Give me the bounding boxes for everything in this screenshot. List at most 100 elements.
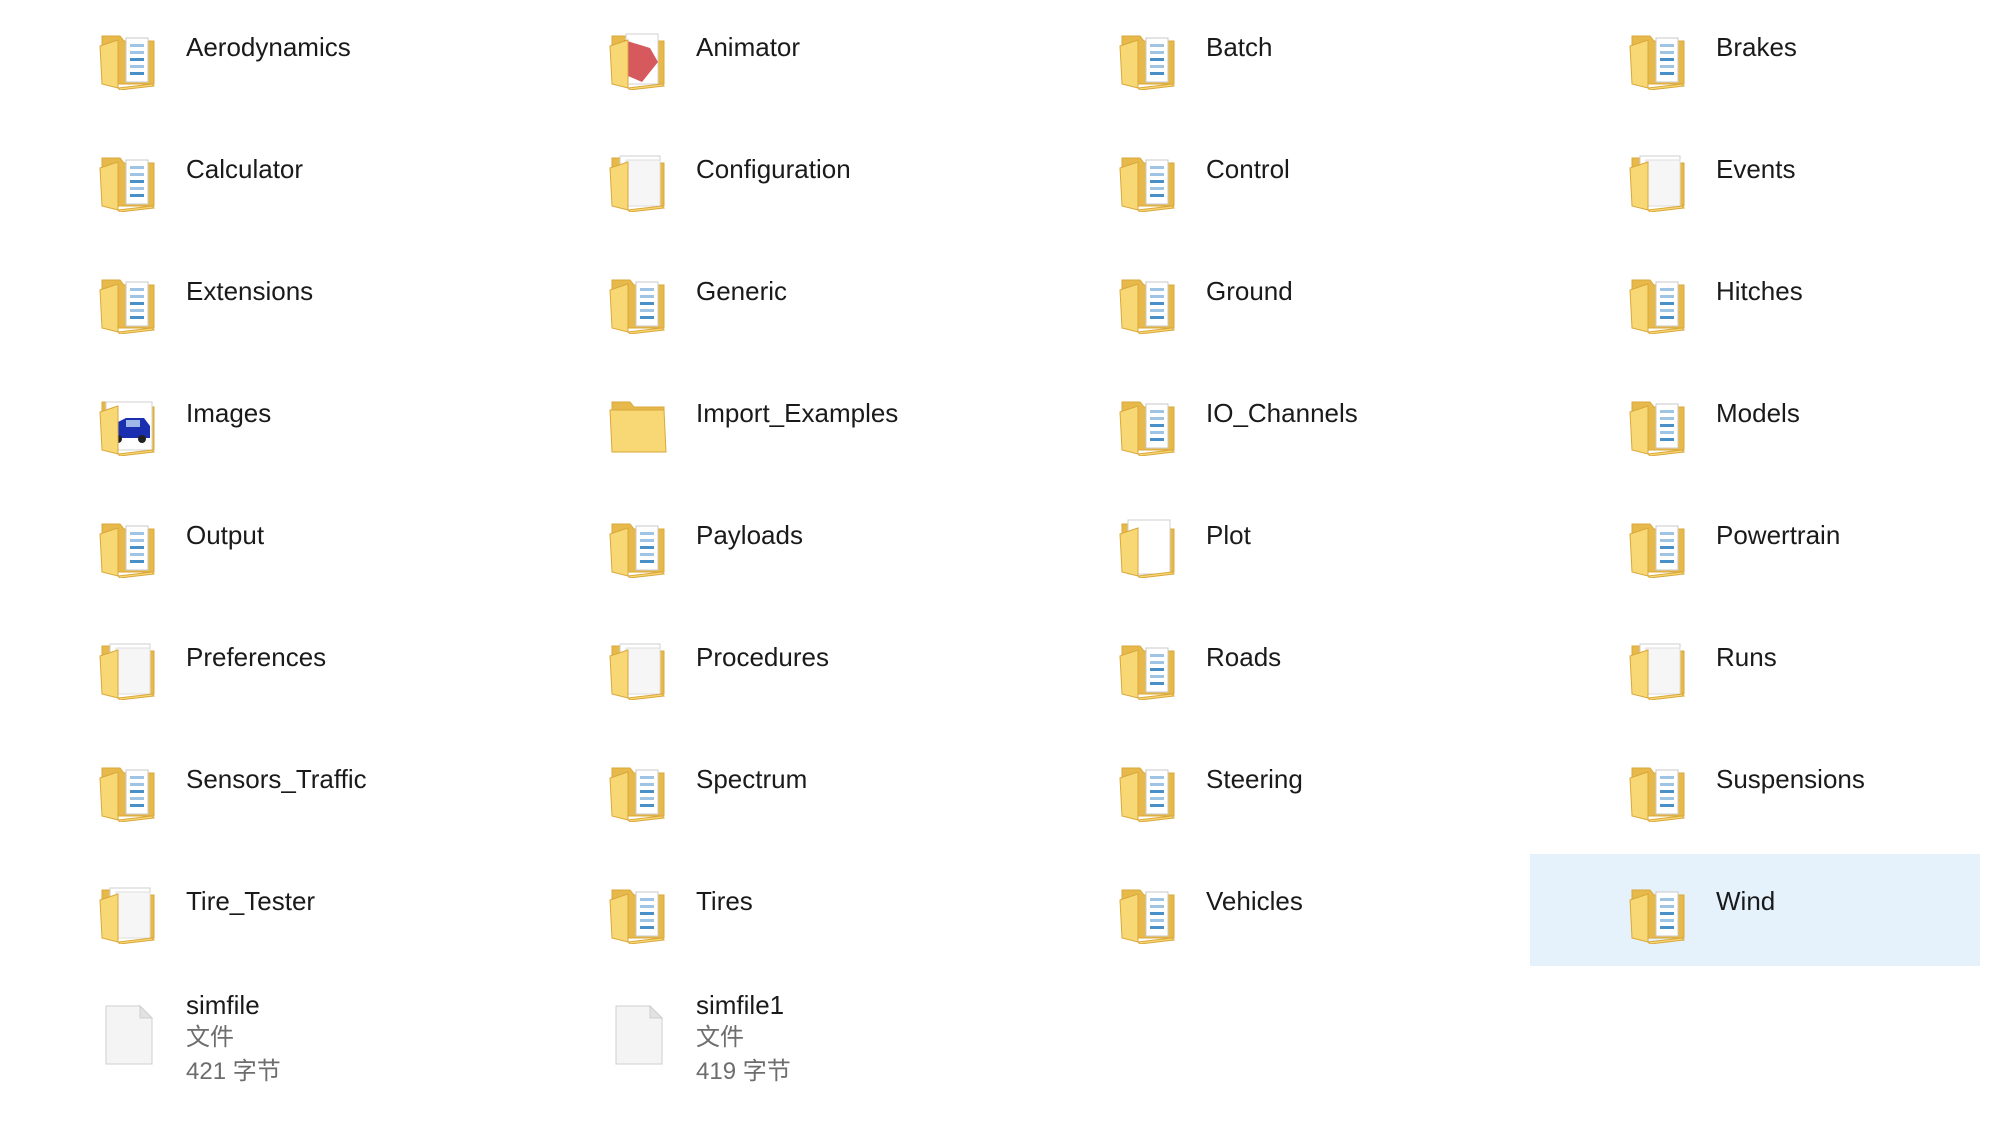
item-name: Output [186, 520, 265, 550]
item-name: Models [1716, 398, 1800, 428]
folder-item-hitches[interactable]: Hitches [1530, 244, 1980, 356]
item-name: IO_Channels [1206, 398, 1358, 428]
item-name: Vehicles [1206, 886, 1303, 916]
item-name: Images [186, 398, 272, 428]
folder-item-plot[interactable]: Plot [1020, 488, 1470, 600]
folder-paper-icon [1626, 636, 1690, 700]
item-name: Suspensions [1716, 764, 1865, 794]
folder-item-animator[interactable]: Animator [510, 0, 960, 112]
folder-item-suspensions[interactable]: Suspensions [1530, 732, 1980, 844]
folder-animator-icon [606, 26, 670, 90]
item-name: simfile1 [696, 990, 785, 1020]
item-name: Plot [1206, 520, 1251, 550]
folder-item-preferences[interactable]: Preferences [0, 610, 450, 722]
folder-item-powertrain[interactable]: Powertrain [1530, 488, 1980, 600]
folder-item-roads[interactable]: Roads [1020, 610, 1470, 722]
folder-item-control[interactable]: Control [1020, 122, 1470, 234]
item-name: Ground [1206, 276, 1293, 306]
folder-doc-icon [1626, 880, 1690, 944]
folder-doc-icon [1116, 270, 1180, 334]
folder-doc-icon [606, 758, 670, 822]
file-size: 421 字节 [186, 1058, 281, 1085]
folder-doc-icon [1626, 758, 1690, 822]
item-name: Generic [696, 276, 788, 306]
item-name: Tire_Tester [186, 886, 316, 916]
folder-doc-icon [1116, 758, 1180, 822]
folder-item-output[interactable]: Output [0, 488, 450, 600]
folder-paper-icon [606, 148, 670, 212]
folder-item-runs[interactable]: Runs [1530, 610, 1980, 722]
folder-item-extensions[interactable]: Extensions [0, 244, 450, 356]
generic-file-icon [606, 1002, 670, 1066]
folder-item-generic[interactable]: Generic [510, 244, 960, 356]
folder-doc-icon [1116, 636, 1180, 700]
folder-item-procedures[interactable]: Procedures [510, 610, 960, 722]
item-name: Import_Examples [696, 398, 899, 428]
item-name: Animator [696, 32, 801, 62]
file-type: 文件 [186, 1024, 234, 1051]
folder-doc-icon [1116, 392, 1180, 456]
folder-doc-icon [606, 880, 670, 944]
folder-item-steering[interactable]: Steering [1020, 732, 1470, 844]
file-size: 419 字节 [696, 1058, 791, 1085]
folder-item-brakes[interactable]: Brakes [1530, 0, 1980, 112]
folder-item-calculator[interactable]: Calculator [0, 122, 450, 234]
folder-doc-icon [96, 270, 160, 334]
folder-doc-icon [96, 758, 160, 822]
item-name: Runs [1716, 642, 1777, 672]
item-name: Preferences [186, 642, 327, 672]
folder-doc-icon [96, 148, 160, 212]
folder-item-import_examples[interactable]: Import_Examples [510, 366, 960, 478]
item-name: Powertrain [1716, 520, 1841, 550]
folder-item-tires[interactable]: Tires [510, 854, 960, 966]
folder-item-events[interactable]: Events [1530, 122, 1980, 234]
file-item-simfile[interactable]: simfile 文件 421 字节 [0, 976, 450, 1088]
folder-item-images[interactable]: Images [0, 366, 450, 478]
folder-doc-icon [1626, 270, 1690, 334]
folder-item-sensors_traffic[interactable]: Sensors_Traffic [0, 732, 450, 844]
folder-item-payloads[interactable]: Payloads [510, 488, 960, 600]
item-name: simfile [186, 990, 260, 1020]
folder-item-configuration[interactable]: Configuration [510, 122, 960, 234]
item-name: Tires [696, 886, 753, 916]
file-item-simfile1[interactable]: simfile1 文件 419 字节 [510, 976, 960, 1088]
folder-car-icon [96, 392, 160, 456]
item-name: Calculator [186, 154, 304, 184]
item-name: Hitches [1716, 276, 1803, 306]
folder-doc-icon [1626, 26, 1690, 90]
folder-item-batch[interactable]: Batch [1020, 0, 1470, 112]
folder-empty-icon [606, 392, 670, 456]
item-name: Configuration [696, 154, 851, 184]
item-name: Wind [1716, 886, 1776, 916]
item-name: Sensors_Traffic [186, 764, 367, 794]
folder-item-spectrum[interactable]: Spectrum [510, 732, 960, 844]
item-name: Aerodynamics [186, 32, 351, 62]
folder-paper-icon [96, 636, 160, 700]
folder-doc-icon [606, 270, 670, 334]
generic-file-icon [96, 1002, 160, 1066]
item-name: Payloads [696, 520, 803, 550]
item-name: Roads [1206, 642, 1282, 672]
folder-paper-icon [1626, 148, 1690, 212]
folder-item-ground[interactable]: Ground [1020, 244, 1470, 356]
folder-item-aerodynamics[interactable]: Aerodynamics [0, 0, 450, 112]
folder-item-wind[interactable]: Wind [1530, 854, 1980, 966]
folder-item-tire_tester[interactable]: Tire_Tester [0, 854, 450, 966]
folder-item-models[interactable]: Models [1530, 366, 1980, 478]
folder-paper-icon [96, 880, 160, 944]
folder-doc-icon [1626, 514, 1690, 578]
folder-paper-icon [606, 636, 670, 700]
folder-doc-icon [96, 514, 160, 578]
folder-item-io_channels[interactable]: IO_Channels [1020, 366, 1470, 478]
item-name: Batch [1206, 32, 1273, 62]
item-name: Extensions [186, 276, 314, 306]
folder-doc-icon [1116, 880, 1180, 944]
item-name: Control [1206, 154, 1290, 184]
folder-doc-icon [1116, 26, 1180, 90]
folder-item-vehicles[interactable]: Vehicles [1020, 854, 1470, 966]
folder-doc-icon [96, 26, 160, 90]
folder-doc-icon [1116, 148, 1180, 212]
file-type: 文件 [696, 1024, 744, 1051]
item-name: Brakes [1716, 32, 1797, 62]
folder-doc-icon [1626, 392, 1690, 456]
